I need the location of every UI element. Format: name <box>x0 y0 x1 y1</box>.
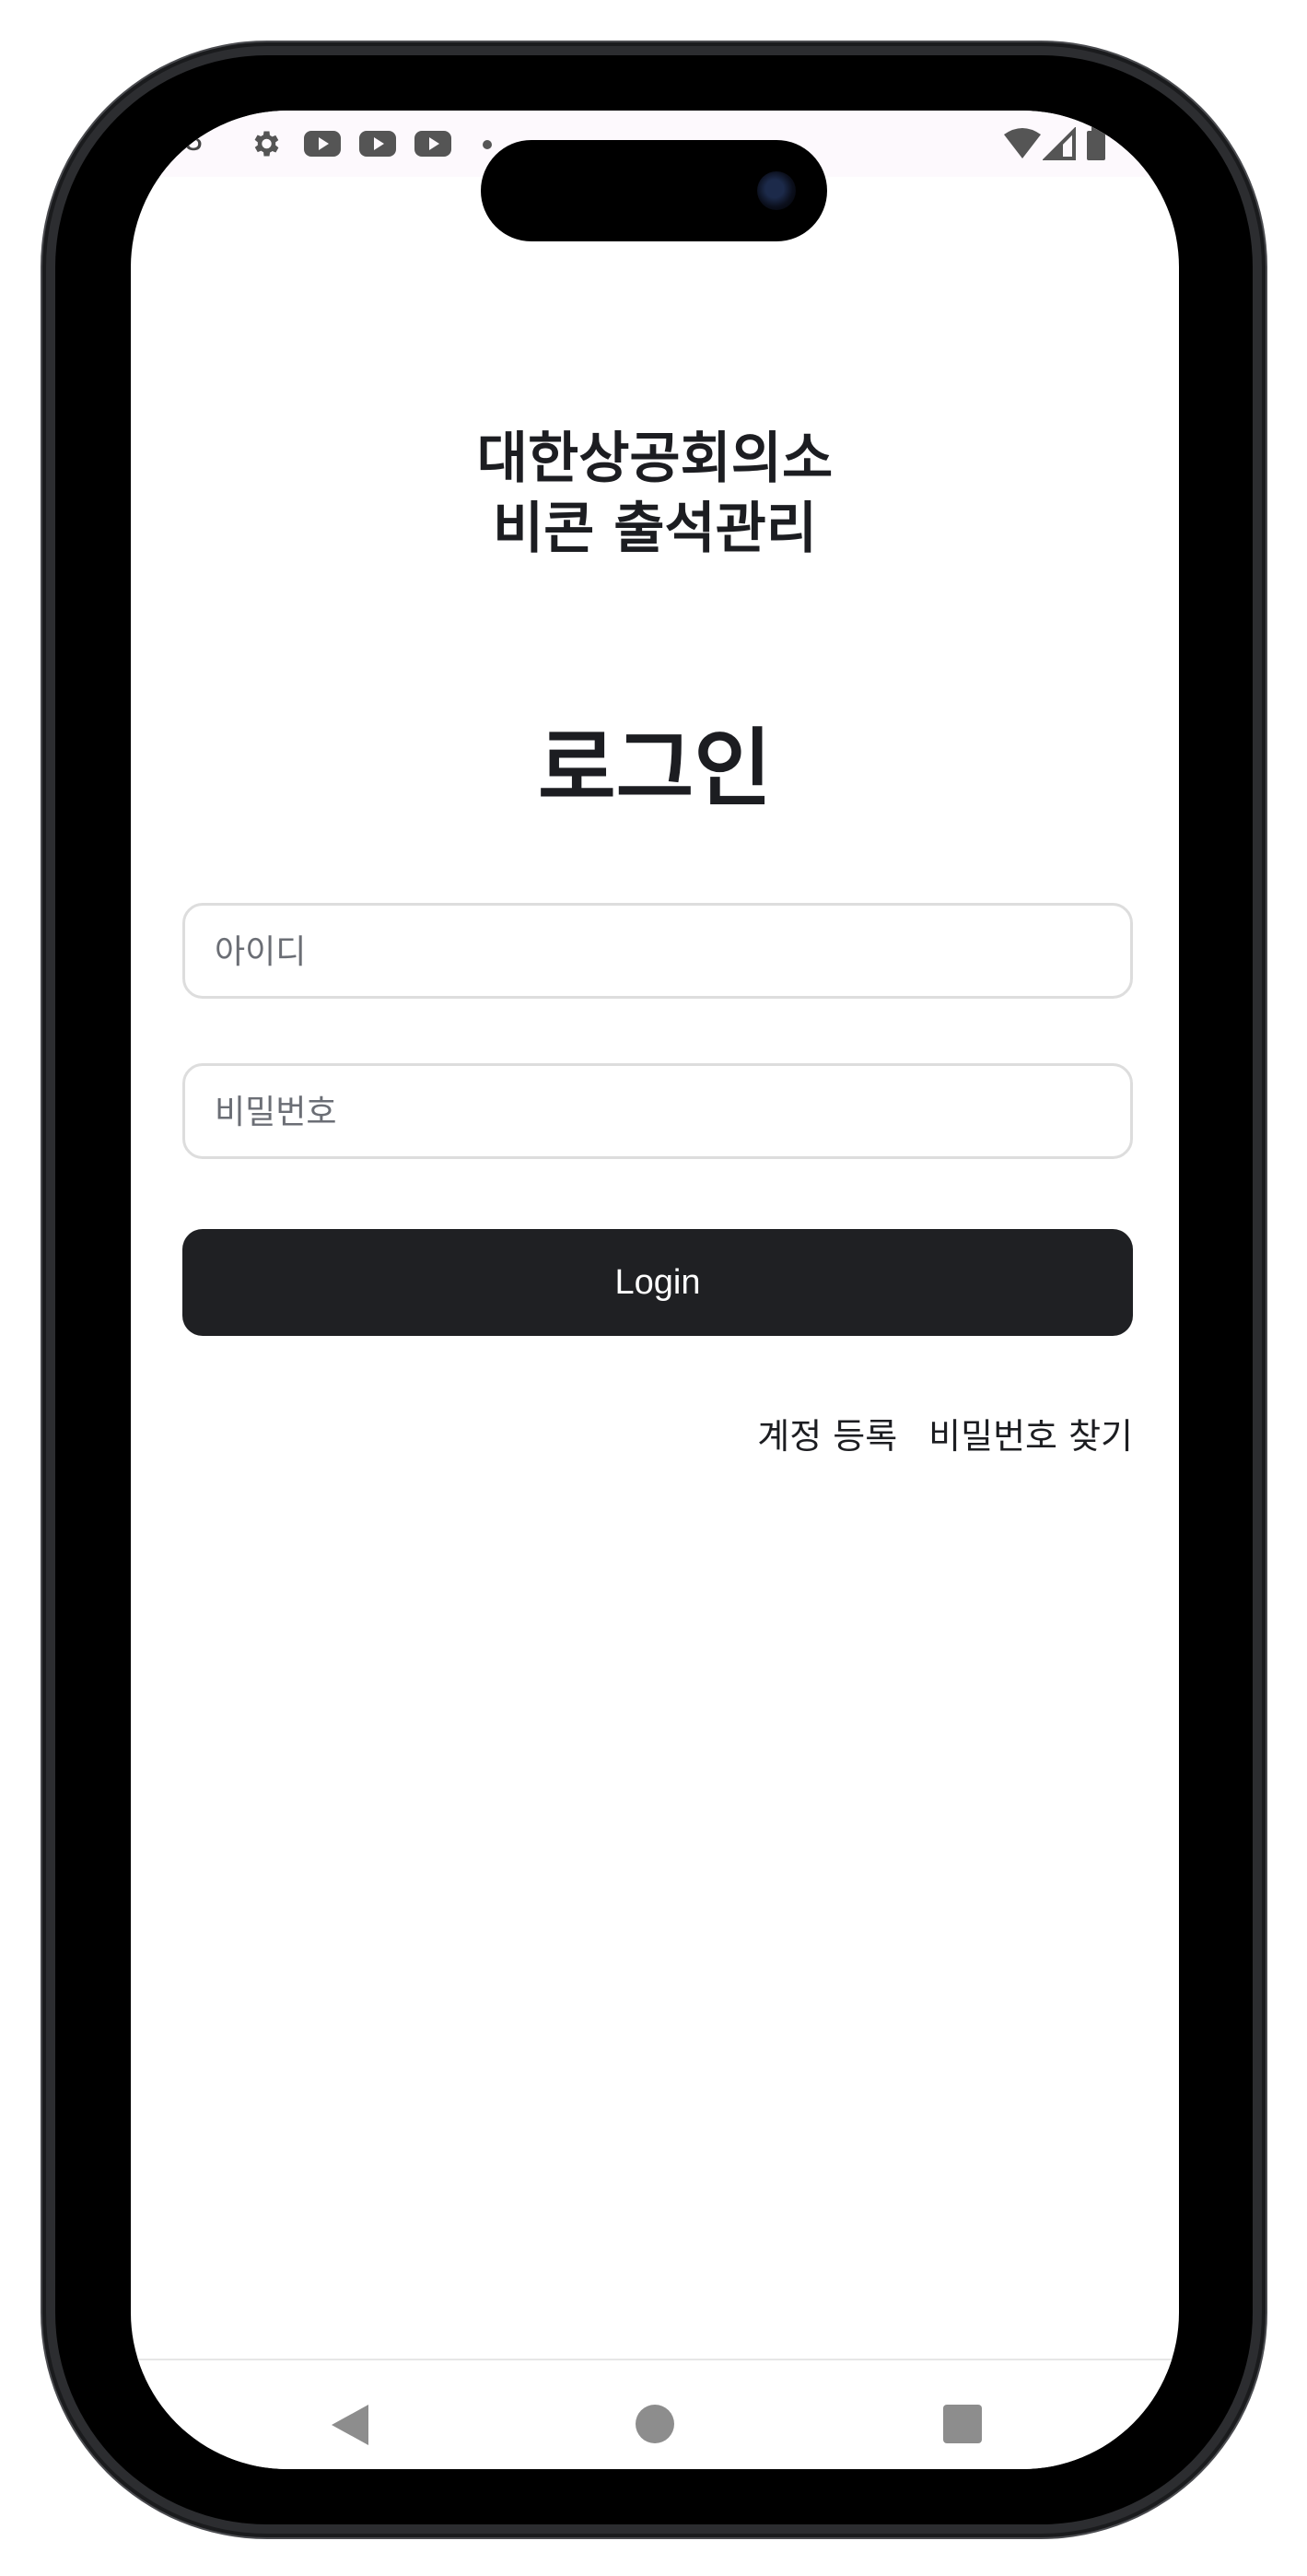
username-input[interactable] <box>213 906 1101 998</box>
device-mockup: :23 대한상공회의소 비콘 출석관리 로그인 아이디 Login 계정 등록 … <box>0 0 1307 2576</box>
username-field[interactable] <box>182 903 1133 999</box>
recent-apps-icon[interactable] <box>943 2405 982 2443</box>
password-field[interactable] <box>182 1063 1133 1159</box>
auth-links: 계정 등록 비밀번호 찾기 <box>757 1408 1133 1458</box>
find-password-link[interactable]: 비밀번호 찾기 <box>928 1408 1133 1458</box>
register-account-link[interactable]: 계정 등록 <box>757 1408 897 1458</box>
app-title-line-2: 비콘 출석관리 <box>492 497 818 561</box>
gear-icon <box>254 131 279 157</box>
signal-icon <box>1043 127 1076 160</box>
dynamic-island <box>481 140 827 241</box>
login-button[interactable]: Login <box>182 1229 1133 1336</box>
camera-icon <box>757 171 796 210</box>
youtube-icon <box>304 131 341 157</box>
wifi-icon <box>1004 128 1041 158</box>
battery-icon <box>1087 127 1105 160</box>
youtube-icon <box>414 131 451 157</box>
login-heading: 로그인 <box>538 720 772 818</box>
home-icon[interactable] <box>636 2405 674 2443</box>
navigation-bar <box>131 2359 1179 2469</box>
back-icon[interactable] <box>332 2405 368 2445</box>
app-title-line-1: 대한상공회의소 <box>476 427 834 491</box>
password-input[interactable] <box>213 1066 1101 1158</box>
status-time: :23 <box>157 120 204 158</box>
dot-icon <box>483 140 492 149</box>
phone-screen: :23 대한상공회의소 비콘 출석관리 로그인 아이디 Login 계정 등록 … <box>131 111 1179 2469</box>
youtube-icon <box>359 131 396 157</box>
app-title: 대한상공회의소 비콘 출석관리 <box>131 424 1179 564</box>
